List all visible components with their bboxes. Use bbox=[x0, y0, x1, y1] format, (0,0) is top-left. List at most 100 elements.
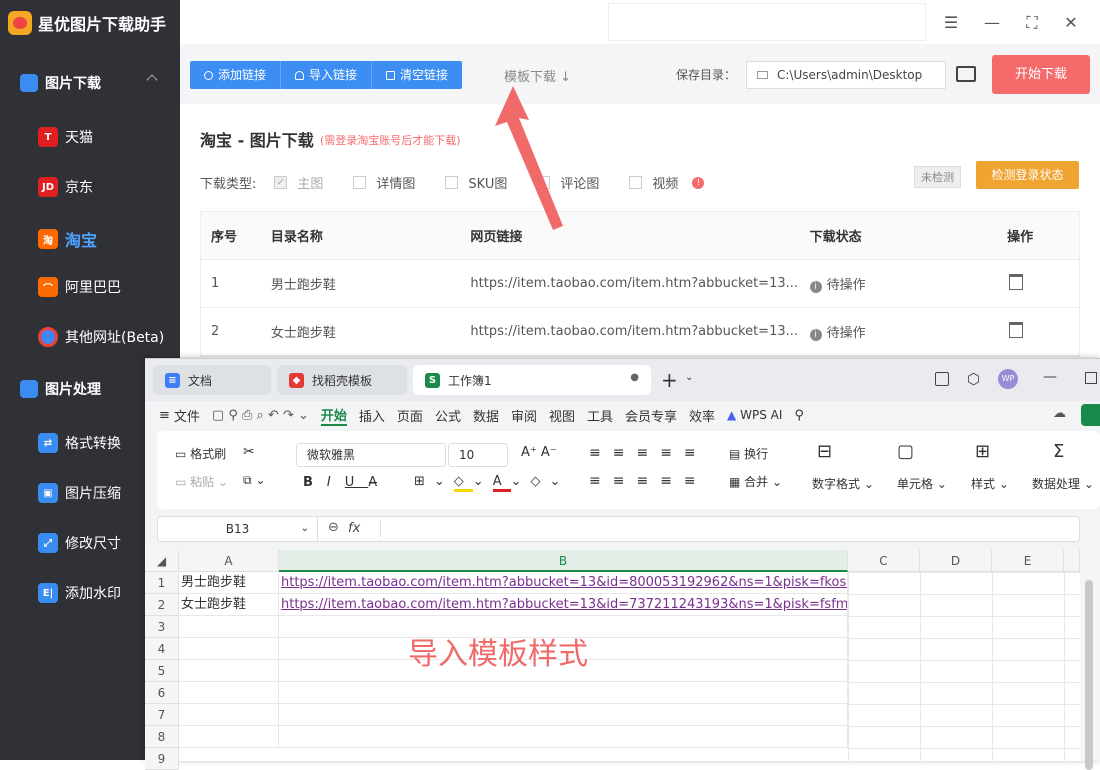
cell-a1[interactable]: 男士跑步鞋 bbox=[179, 572, 279, 594]
info-warning-icon[interactable]: ! bbox=[692, 176, 705, 189]
window-tile-icon[interactable] bbox=[935, 372, 949, 386]
cut-icon[interactable]: ✂ bbox=[243, 444, 255, 460]
collapse-chevron-icon[interactable] bbox=[146, 74, 158, 86]
cell-empty[interactable] bbox=[279, 704, 848, 726]
sidebar-item-resize[interactable]: ⤢ 修改尺寸 bbox=[38, 533, 121, 553]
cell-a2[interactable]: 女士跑步鞋 bbox=[179, 594, 279, 616]
save-dir-field[interactable]: C:\Users\admin\Desktop bbox=[746, 61, 946, 89]
table-row[interactable]: 1 男士跑步鞋 https://item.taobao.com/item.htm… bbox=[201, 260, 1079, 308]
align-icons-bottom[interactable]: ≡≡≡≡≡ bbox=[589, 473, 708, 489]
wps-maximize-icon[interactable] bbox=[1085, 372, 1097, 384]
tab-docer-template[interactable]: ◆ 找稻壳模板 bbox=[277, 365, 407, 395]
row-header[interactable]: 5 bbox=[145, 660, 179, 682]
cell-b2[interactable]: https://item.taobao.com/item.htm?abbucke… bbox=[279, 594, 848, 616]
number-format-button[interactable]: 数字格式 ⌄ bbox=[812, 475, 874, 492]
hamburger-icon[interactable]: ≡ bbox=[159, 408, 170, 423]
menu-review[interactable]: 审阅 bbox=[511, 406, 537, 425]
search-icon[interactable]: ⚲ bbox=[794, 408, 804, 423]
font-size-select[interactable]: 10 bbox=[448, 443, 508, 467]
sidebar-item-alibaba[interactable]: ⌒ 阿里巴巴 bbox=[38, 277, 121, 297]
col-header-f[interactable] bbox=[1064, 550, 1080, 572]
format-painter-button[interactable]: ▭ 格式刷 bbox=[175, 445, 226, 462]
clear-link-button[interactable]: 清空链接 bbox=[372, 61, 462, 89]
cell-empty[interactable] bbox=[179, 682, 279, 704]
cloud-sync-icon[interactable]: ☁ bbox=[1053, 406, 1066, 421]
col-header-d[interactable]: D bbox=[920, 550, 992, 572]
minimize-icon[interactable]: — bbox=[983, 14, 1001, 32]
cell-empty[interactable] bbox=[179, 704, 279, 726]
tab-document[interactable]: ≡ 文档 bbox=[153, 365, 271, 395]
share-button[interactable] bbox=[1081, 404, 1100, 426]
col-header-e[interactable]: E bbox=[992, 550, 1064, 572]
user-avatar[interactable]: WP bbox=[998, 369, 1018, 389]
type-checkbox-main[interactable]: ✓ 主图 bbox=[274, 173, 323, 192]
sidebar-item-jd[interactable]: JD 京东 bbox=[38, 177, 93, 197]
menu-insert[interactable]: 插入 bbox=[359, 406, 385, 425]
menu-data[interactable]: 数据 bbox=[473, 406, 499, 425]
cell-empty[interactable] bbox=[179, 616, 279, 638]
font-style-icons[interactable]: BIUA̶ bbox=[303, 475, 391, 490]
grow-shrink-font-icons[interactable]: A⁺ A⁻ bbox=[521, 445, 557, 460]
spreadsheet-grid[interactable]: ◢ A B C D E 1 2 3 4 5 6 7 8 9 男士跑步鞋 http… bbox=[145, 550, 1080, 770]
vertical-scrollbar[interactable] bbox=[1080, 550, 1100, 770]
menu-home[interactable]: 开始 bbox=[320, 405, 347, 426]
merge-button[interactable]: ▦ 合并 ⌄ bbox=[729, 473, 782, 490]
tab-list-chevron-icon[interactable]: ⌄ bbox=[685, 372, 693, 383]
wrap-button[interactable]: ▤ 换行 bbox=[729, 445, 768, 462]
menu-formula[interactable]: 公式 bbox=[435, 406, 461, 425]
row-header[interactable]: 8 bbox=[145, 726, 179, 748]
cell-empty[interactable] bbox=[179, 726, 279, 748]
close-icon[interactable]: ✕ bbox=[1062, 14, 1080, 32]
cube-icon[interactable]: ⬡ bbox=[967, 370, 980, 388]
sidebar-item-taobao[interactable]: 淘 淘宝 bbox=[38, 227, 97, 251]
style-button[interactable]: 样式 ⌄ bbox=[971, 475, 1009, 492]
col-header-b[interactable]: B bbox=[279, 550, 848, 572]
cell-empty[interactable] bbox=[179, 660, 279, 682]
col-header-c[interactable]: C bbox=[848, 550, 920, 572]
select-all-corner[interactable]: ◢ bbox=[145, 550, 179, 572]
row-header[interactable]: 6 bbox=[145, 682, 179, 704]
tab-workbook[interactable]: S 工作簿1 ● bbox=[413, 365, 651, 395]
zoom-search-icon[interactable]: ⊖ bbox=[328, 520, 339, 535]
copy-icon[interactable]: ⧉ ⌄ bbox=[243, 473, 265, 488]
menu-member[interactable]: 会员专享 bbox=[625, 406, 677, 425]
table-row[interactable]: 2 女士跑步鞋 https://item.taobao.com/item.htm… bbox=[201, 308, 1079, 356]
cell-empty[interactable] bbox=[279, 726, 848, 748]
name-box[interactable]: B13 ⌄ bbox=[158, 517, 318, 541]
row-header[interactable]: 1 bbox=[145, 572, 179, 594]
sidebar-item-format-convert[interactable]: ⇄ 格式转换 bbox=[38, 433, 121, 453]
data-processing-button[interactable]: 数据处理 ⌄ bbox=[1032, 475, 1094, 492]
menu-efficiency[interactable]: 效率 bbox=[689, 406, 715, 425]
start-download-button[interactable]: 开始下载 bbox=[992, 55, 1090, 94]
row-header[interactable]: 2 bbox=[145, 594, 179, 616]
template-download-link[interactable]: 模板下载 ↓ bbox=[504, 66, 571, 85]
new-tab-plus-icon[interactable]: + bbox=[661, 368, 678, 392]
paste-button[interactable]: ▭ 粘贴 ⌄ bbox=[175, 473, 228, 490]
detect-login-button[interactable]: 检测登录状态 bbox=[976, 161, 1079, 189]
import-link-button[interactable]: 导入链接 bbox=[281, 61, 373, 89]
border-fill-color-icons[interactable]: ⊞⌄◇⌄A⌄◇⌄ bbox=[414, 474, 569, 492]
wps-minimize-icon[interactable]: — bbox=[1043, 369, 1057, 385]
settings-sliders-icon[interactable]: ☰ bbox=[942, 14, 960, 32]
maximize-icon[interactable]: ⛶ bbox=[1023, 14, 1041, 32]
sidebar-section-process[interactable]: 图片处理 bbox=[20, 379, 101, 399]
type-checkbox-video[interactable]: 视频 bbox=[629, 173, 678, 192]
font-name-select[interactable]: 微软雅黑 bbox=[296, 443, 446, 467]
cell-empty[interactable] bbox=[279, 682, 848, 704]
menu-page[interactable]: 页面 bbox=[397, 406, 423, 425]
sidebar-item-compress[interactable]: ▣ 图片压缩 bbox=[38, 483, 121, 503]
sidebar-section-download[interactable]: 图片下载 bbox=[20, 73, 101, 93]
cell-button[interactable]: 单元格 ⌄ bbox=[897, 475, 947, 492]
sidebar-item-tmall[interactable]: T 天猫 bbox=[38, 127, 93, 147]
menu-file[interactable]: 文件 bbox=[174, 406, 200, 425]
scroll-thumb[interactable] bbox=[1085, 580, 1093, 770]
col-header-a[interactable]: A bbox=[179, 550, 279, 572]
delete-row-icon[interactable] bbox=[1009, 321, 1024, 338]
quick-access-icons[interactable]: ▢ ⚲ ⎙ ⌕ ↶ ↷ ⌄ bbox=[212, 408, 309, 423]
cell-b1[interactable]: https://item.taobao.com/item.htm?abbucke… bbox=[279, 572, 848, 594]
row-header[interactable]: 7 bbox=[145, 704, 179, 726]
empty-cells-region[interactable] bbox=[848, 572, 1080, 761]
menu-tools[interactable]: 工具 bbox=[587, 406, 613, 425]
menu-wps-ai[interactable]: ▲ WPS AI bbox=[727, 408, 782, 422]
menu-view[interactable]: 视图 bbox=[549, 406, 575, 425]
